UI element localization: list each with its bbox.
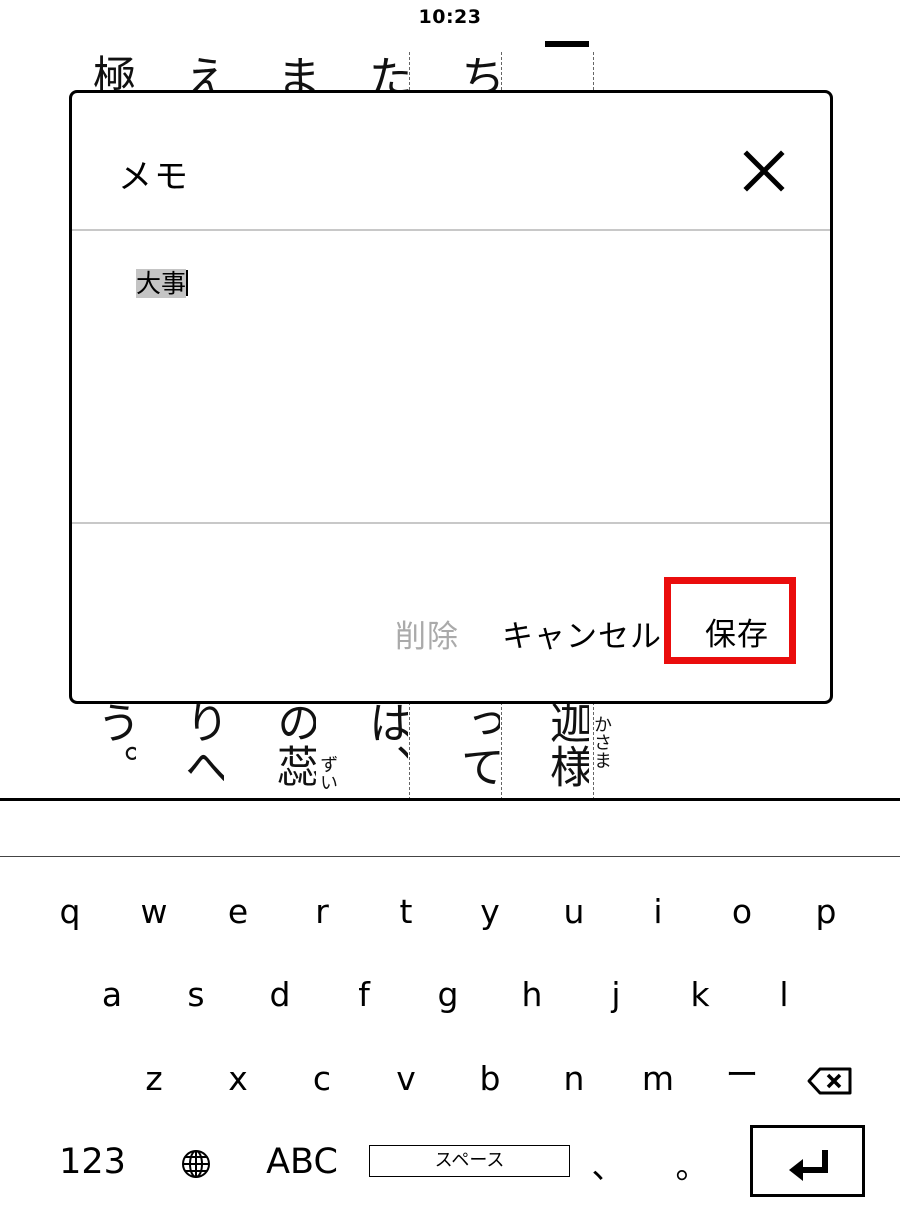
- bookmark-indicator: [545, 41, 589, 47]
- enter-key[interactable]: [750, 1125, 865, 1197]
- key-f[interactable]: f: [334, 965, 394, 1025]
- comma-key[interactable]: 、: [578, 1137, 638, 1197]
- key-c[interactable]: c: [292, 1049, 352, 1109]
- abc-key[interactable]: ABC: [262, 1132, 342, 1192]
- save-button[interactable]: 保存: [705, 609, 769, 654]
- key-long-vowel[interactable]: ー: [712, 1045, 772, 1105]
- key-q[interactable]: q: [40, 882, 100, 942]
- close-button[interactable]: [738, 145, 790, 197]
- ruby-text: ずい: [317, 755, 338, 791]
- book-text-column: は、: [364, 700, 408, 788]
- period-key[interactable]: 。: [662, 1137, 722, 1197]
- memo-text-selection: 大事: [136, 269, 187, 298]
- key-t[interactable]: t: [376, 882, 436, 942]
- key-i[interactable]: i: [628, 882, 688, 942]
- close-icon: [743, 150, 785, 192]
- ruby-text: かさま: [591, 715, 612, 769]
- dialog-title: メモ: [118, 157, 190, 197]
- book-text-column: りへ: [180, 700, 224, 788]
- book-text-column: う。: [92, 700, 136, 788]
- backspace-key[interactable]: [800, 1049, 860, 1109]
- key-s[interactable]: s: [166, 965, 226, 1025]
- key-p[interactable]: p: [796, 882, 856, 942]
- key-m[interactable]: m: [628, 1049, 688, 1109]
- enter-icon: [789, 1150, 828, 1181]
- delete-button[interactable]: 削除: [395, 611, 459, 656]
- backspace-icon: [807, 1067, 852, 1094]
- keyboard-separator: [0, 856, 900, 857]
- dialog-divider: [72, 229, 830, 231]
- text-caret: [186, 270, 189, 296]
- globe-icon: [182, 1149, 210, 1178]
- cancel-button[interactable]: キャンセル: [502, 611, 662, 656]
- book-text-column: の蕊: [272, 700, 316, 788]
- key-v[interactable]: v: [376, 1049, 436, 1109]
- key-y[interactable]: y: [460, 882, 520, 942]
- key-e[interactable]: e: [208, 882, 268, 942]
- key-n[interactable]: n: [544, 1049, 604, 1109]
- key-g[interactable]: g: [418, 965, 478, 1025]
- key-z[interactable]: z: [124, 1049, 184, 1109]
- language-key[interactable]: [166, 1132, 226, 1192]
- key-d[interactable]: d: [250, 965, 310, 1025]
- key-w[interactable]: w: [124, 882, 184, 942]
- key-u[interactable]: u: [544, 882, 604, 942]
- key-a[interactable]: a: [82, 965, 142, 1025]
- keyboard-top-border: [0, 798, 900, 801]
- key-r[interactable]: r: [292, 882, 352, 942]
- space-key[interactable]: スペース: [369, 1145, 570, 1177]
- key-j[interactable]: j: [586, 965, 646, 1025]
- book-text-column: って: [456, 700, 500, 788]
- key-l[interactable]: l: [754, 965, 814, 1025]
- memo-textarea[interactable]: 大事: [136, 269, 189, 299]
- key-h[interactable]: h: [502, 965, 562, 1025]
- key-o[interactable]: o: [712, 882, 772, 942]
- key-k[interactable]: k: [670, 965, 730, 1025]
- dialog-divider: [72, 522, 830, 524]
- numbers-key[interactable]: 123: [55, 1132, 130, 1192]
- key-x[interactable]: x: [208, 1049, 268, 1109]
- key-b[interactable]: b: [460, 1049, 520, 1109]
- book-text-column: 迦様: [545, 700, 589, 788]
